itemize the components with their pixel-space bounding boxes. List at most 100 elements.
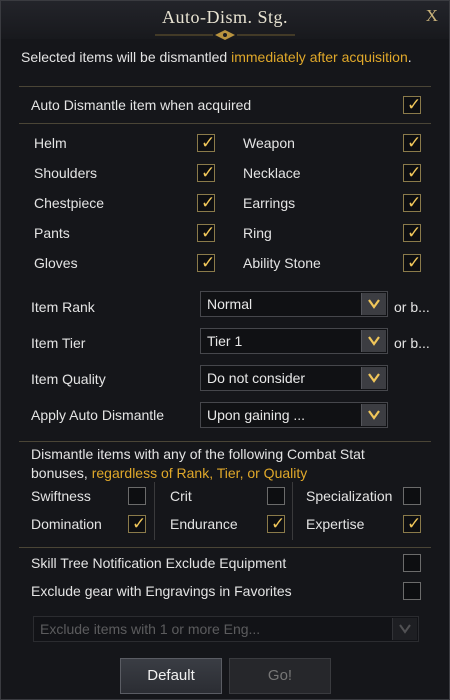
apply-auto-dismantle-dropdown-button[interactable] — [361, 404, 386, 426]
check-icon: ✓ — [132, 514, 147, 533]
check-icon: ✓ — [201, 193, 216, 212]
divider — [19, 123, 431, 124]
check-icon: ✓ — [407, 133, 422, 152]
item-tier-suffix: or b... — [394, 335, 430, 351]
stat-label-domination: Domination — [31, 516, 102, 532]
equipment-label-gloves: Gloves — [34, 255, 78, 271]
check-icon: ✓ — [201, 253, 216, 272]
exclude-engravings-label: Exclude gear with Engravings in Favorite… — [31, 583, 292, 599]
chevron-down-icon — [399, 624, 411, 634]
equipment-label-necklace: Necklace — [243, 165, 301, 181]
equipment-label-pants: Pants — [34, 225, 70, 241]
auto-dismantle-label: Auto Dismantle item when acquired — [31, 97, 252, 113]
check-icon: ✓ — [407, 223, 422, 242]
check-icon: ✓ — [407, 514, 422, 533]
item-rank-suffix: or b... — [394, 299, 430, 315]
divider — [19, 86, 431, 87]
weapon-checkbox[interactable]: ✓ — [403, 133, 422, 152]
intro-text-start: Selected items will be dismantled — [21, 49, 232, 65]
default-button[interactable]: Default — [120, 658, 222, 694]
helm-checkbox[interactable]: ✓ — [197, 133, 216, 152]
check-icon: ✓ — [201, 223, 216, 242]
combat-stat-description-line2: bonuses, regardless of Rank, Tier, or Qu… — [31, 465, 307, 481]
apply-auto-dismantle-label: Apply Auto Dismantle — [31, 407, 165, 423]
title-bar[interactable]: Auto-Dism. Stg. X — [1, 1, 449, 40]
equipment-label-helm: Helm — [34, 135, 67, 151]
item-rank-value: Normal — [207, 296, 253, 312]
equipment-label-earrings: Earrings — [243, 195, 296, 211]
title-ornament-icon — [155, 30, 295, 40]
domination-checkbox[interactable]: ✓ — [128, 514, 147, 533]
intro-text-end: . — [407, 49, 412, 65]
window-title: Auto-Dism. Stg. — [161, 7, 288, 27]
chevron-down-icon — [368, 373, 380, 383]
ring-checkbox[interactable]: ✓ — [403, 223, 422, 242]
item-tier-label: Item Tier — [31, 335, 86, 351]
item-rank-dropdown[interactable]: Normal — [200, 291, 388, 317]
chestpiece-checkbox[interactable]: ✓ — [197, 193, 216, 212]
item-rank-dropdown-button[interactable] — [361, 293, 386, 315]
item-tier-value: Tier 1 — [207, 333, 243, 349]
close-icon[interactable]: X — [426, 6, 438, 26]
check-icon: ✓ — [201, 163, 216, 182]
equipment-label-shoulders: Shoulders — [34, 165, 98, 181]
stat-label-specialization: Specialization — [306, 488, 393, 504]
check-icon: ✓ — [407, 193, 422, 212]
stat-label-expertise: Expertise — [306, 516, 365, 532]
auto-dismantle-settings-window: Auto-Dism. Stg. X Selected items will be… — [0, 0, 450, 700]
earrings-checkbox[interactable]: ✓ — [403, 193, 422, 212]
auto-dismantle-checkbox[interactable]: ✓ — [403, 95, 422, 114]
intro-text: Selected items will be dismantled immedi… — [21, 49, 412, 65]
exclude-engravings-checkbox[interactable] — [403, 582, 421, 600]
chevron-down-icon — [368, 336, 380, 346]
shoulders-checkbox[interactable]: ✓ — [197, 163, 216, 182]
combat-stat-description-start: bonuses, — [31, 465, 92, 481]
stat-label-endurance: Endurance — [170, 516, 238, 532]
go-button[interactable]: Go! — [229, 658, 331, 694]
column-divider — [292, 482, 293, 540]
stat-label-swiftness: Swiftness — [31, 488, 91, 504]
specialization-checkbox[interactable] — [403, 487, 421, 505]
item-rank-label: Item Rank — [31, 299, 95, 315]
engraving-exclude-dropdown-button[interactable] — [392, 618, 417, 640]
item-tier-dropdown-button[interactable] — [361, 330, 386, 352]
necklace-checkbox[interactable]: ✓ — [403, 163, 422, 182]
apply-auto-dismantle-value: Upon gaining ... — [207, 407, 306, 423]
divider — [19, 441, 431, 442]
check-icon: ✓ — [271, 514, 286, 533]
check-icon: ✓ — [407, 253, 422, 272]
equipment-label-weapon: Weapon — [243, 135, 295, 151]
intro-highlight: immediately after acquisition — [231, 49, 408, 65]
check-icon: ✓ — [407, 95, 422, 114]
crit-checkbox[interactable] — [267, 487, 285, 505]
item-quality-dropdown-button[interactable] — [361, 367, 386, 389]
item-quality-dropdown[interactable]: Do not consider — [200, 365, 388, 391]
combat-stat-description-highlight: regardless of Rank, Tier, or Quality — [91, 465, 308, 481]
equipment-label-ability-stone: Ability Stone — [243, 255, 321, 271]
stat-specialization-clip: Specialization — [306, 488, 394, 506]
ability-stone-checkbox[interactable]: ✓ — [403, 253, 422, 272]
skill-tree-exclude-label: Skill Tree Notification Exclude Equipmen… — [31, 555, 287, 571]
column-divider — [154, 482, 155, 540]
equipment-label-ring: Ring — [243, 225, 272, 241]
swiftness-checkbox[interactable] — [128, 487, 146, 505]
item-tier-dropdown[interactable]: Tier 1 — [200, 328, 388, 354]
gloves-checkbox[interactable]: ✓ — [197, 253, 216, 272]
endurance-checkbox[interactable]: ✓ — [267, 514, 286, 533]
divider — [19, 547, 431, 548]
engraving-exclude-value: Exclude items with 1 or more Eng... — [40, 621, 261, 637]
expertise-checkbox[interactable]: ✓ — [403, 514, 422, 533]
engraving-exclude-dropdown[interactable]: Exclude items with 1 or more Eng... — [33, 616, 419, 642]
item-quality-label: Item Quality — [31, 371, 106, 387]
chevron-down-icon — [368, 410, 380, 420]
check-icon: ✓ — [407, 163, 422, 182]
equipment-label-chestpiece: Chestpiece — [34, 195, 105, 211]
chevron-down-icon — [368, 299, 380, 309]
pants-checkbox[interactable]: ✓ — [197, 223, 216, 242]
stat-label-crit: Crit — [170, 488, 192, 504]
apply-auto-dismantle-dropdown[interactable]: Upon gaining ... — [200, 402, 388, 428]
skill-tree-exclude-checkbox[interactable] — [403, 554, 421, 572]
check-icon: ✓ — [201, 133, 216, 152]
item-quality-value: Do not consider — [207, 370, 306, 386]
combat-stat-description-line1: Dismantle items with any of the followin… — [31, 446, 365, 462]
